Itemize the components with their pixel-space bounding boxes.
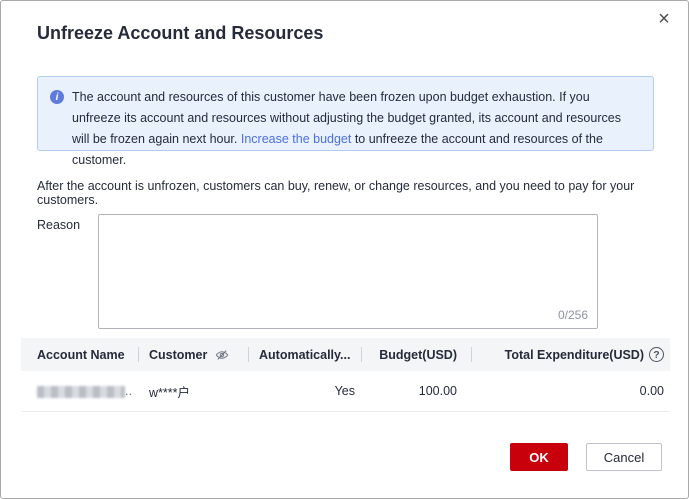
help-icon[interactable]: ?	[649, 347, 664, 362]
column-automatically: Automatically...	[248, 338, 361, 371]
budget-cell: 100.00	[361, 384, 471, 398]
hide-customer-eye-icon[interactable]	[215, 348, 229, 362]
customer-cell: w****户	[138, 382, 248, 401]
close-icon: ×	[658, 8, 670, 30]
unfrozen-description: After the account is unfrozen, customers…	[37, 179, 667, 207]
info-icon: i	[50, 90, 64, 104]
close-button[interactable]: ×	[652, 7, 676, 31]
accounts-table: Account Name Customer Automatically... B…	[21, 338, 670, 412]
column-account-name: Account Name	[21, 338, 138, 371]
column-budget: Budget(USD)	[361, 338, 471, 371]
redacted-account-name	[37, 386, 125, 398]
reason-field: 0/256	[98, 214, 598, 329]
column-customer: Customer	[138, 338, 248, 371]
unfreeze-dialog: Unfreeze Account and Resources × i The a…	[0, 0, 689, 499]
reason-textarea[interactable]	[98, 214, 598, 329]
account-name-cell: ..	[21, 384, 138, 398]
cancel-button[interactable]: Cancel	[586, 443, 662, 471]
ok-button[interactable]: OK	[510, 443, 568, 471]
dialog-title: Unfreeze Account and Resources	[37, 23, 323, 44]
banner-text: The account and resources of this custom…	[72, 87, 637, 140]
automatically-cell: Yes	[248, 384, 361, 398]
info-banner: i The account and resources of this cust…	[37, 76, 654, 151]
column-total-expenditure: Total Expenditure(USD) ?	[471, 338, 670, 371]
table-row: .. w****户 Yes 100.00 0.00	[21, 371, 670, 412]
table-header: Account Name Customer Automatically... B…	[21, 338, 670, 371]
reason-label: Reason	[37, 218, 80, 232]
increase-budget-link[interactable]: Increase the budget	[241, 132, 352, 146]
total-expenditure-cell: 0.00	[471, 384, 670, 398]
